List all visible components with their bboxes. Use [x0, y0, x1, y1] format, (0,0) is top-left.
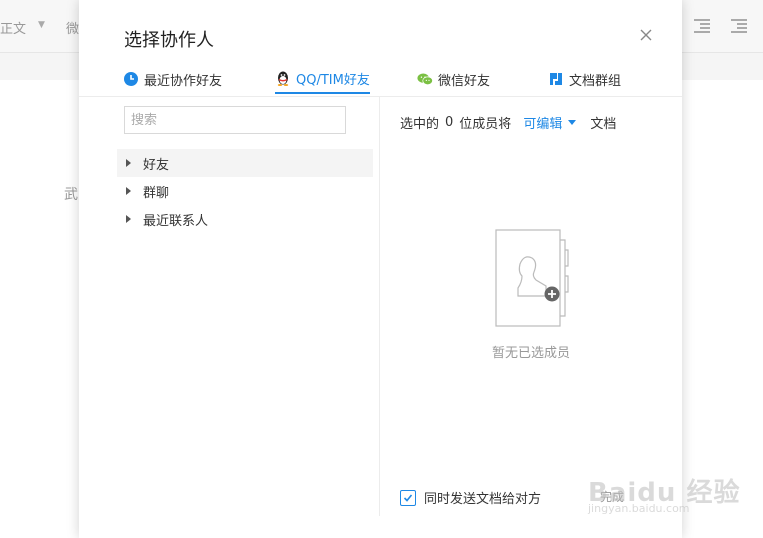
send-doc-label: 同时发送文档给对方 — [424, 492, 542, 507]
tab-bar: 最近协作好友 QQ/TIM好友 微信好友 文档群组 — [79, 60, 682, 97]
selection-summary: 选中的 0 位成员将 可编辑 文档 — [400, 113, 616, 132]
clock-icon — [124, 72, 138, 86]
selection-object: 文档 — [590, 117, 617, 132]
selection-prefix: 选中的 — [400, 117, 440, 132]
tree-item-label: 好友 — [143, 157, 170, 173]
tree-item-friends[interactable]: 好友 — [117, 149, 373, 177]
chevron-down-icon: ▼ — [38, 20, 45, 30]
selected-panel: 选中的 0 位成员将 可编辑 文档 暂无已选成员 同时发送文档给对方 完成 — [380, 96, 682, 516]
search-input[interactable] — [124, 106, 346, 134]
tree-item-label: 群聊 — [143, 185, 170, 201]
tab-wechat-friends[interactable]: 微信好友 — [417, 64, 490, 94]
checkmark-icon — [403, 493, 413, 502]
doc-group-icon — [550, 73, 562, 85]
document-text: 武 — [64, 187, 78, 203]
tab-recent-collaborators[interactable]: 最近协作好友 — [123, 64, 222, 94]
dialog-title: 选择协作人 — [124, 30, 214, 51]
caret-right-icon — [126, 187, 131, 195]
tree-item-recent-contacts[interactable]: 最近联系人 — [117, 205, 373, 233]
outdent-icon[interactable] — [694, 19, 710, 33]
qq-penguin-icon — [277, 71, 289, 86]
tree-item-label: 最近联系人 — [143, 213, 209, 229]
indent-icon[interactable] — [731, 19, 747, 33]
tab-label: 最近协作好友 — [144, 73, 223, 89]
watermark-url: jingyan.baidu.com — [588, 502, 690, 515]
close-icon[interactable] — [638, 27, 654, 43]
tab-qq-tim-friends[interactable]: QQ/TIM好友 — [275, 64, 370, 94]
selection-suffix: 位成员将 — [459, 117, 512, 132]
tab-label: 文档群组 — [569, 73, 622, 89]
caret-right-icon — [126, 159, 131, 167]
watermark: Baidu 经验 jingyan.baidu.com — [586, 468, 756, 526]
empty-state-text: 暂无已选成员 — [491, 346, 570, 361]
collaborator-dialog: 选择协作人 最近协作好友 QQ/TIM好友 微信好友 文档群组 搜索 好友 群聊… — [79, 0, 682, 538]
send-doc-checkbox[interactable] — [400, 489, 416, 506]
permission-label: 可编辑 — [523, 117, 563, 132]
contact-panel: 好友 群聊 最近联系人 — [79, 96, 380, 516]
tree-item-groups[interactable]: 群聊 — [117, 177, 373, 205]
tab-doc-groups[interactable]: 文档群组 — [548, 64, 621, 94]
wechat-icon — [417, 73, 433, 86]
font-dropdown[interactable]: 微 — [66, 18, 79, 37]
paragraph-style-dropdown[interactable]: 正文 — [0, 18, 26, 37]
tab-label: 微信好友 — [438, 73, 491, 89]
tab-label: QQ/TIM好友 — [296, 72, 370, 88]
caret-right-icon — [126, 215, 131, 223]
empty-contacts-icon — [495, 229, 569, 327]
permission-dropdown[interactable]: 可编辑 — [523, 113, 577, 132]
chevron-down-icon — [568, 120, 577, 125]
send-doc-option: 同时发送文档给对方 — [400, 488, 541, 507]
selected-count: 0 — [445, 115, 454, 130]
